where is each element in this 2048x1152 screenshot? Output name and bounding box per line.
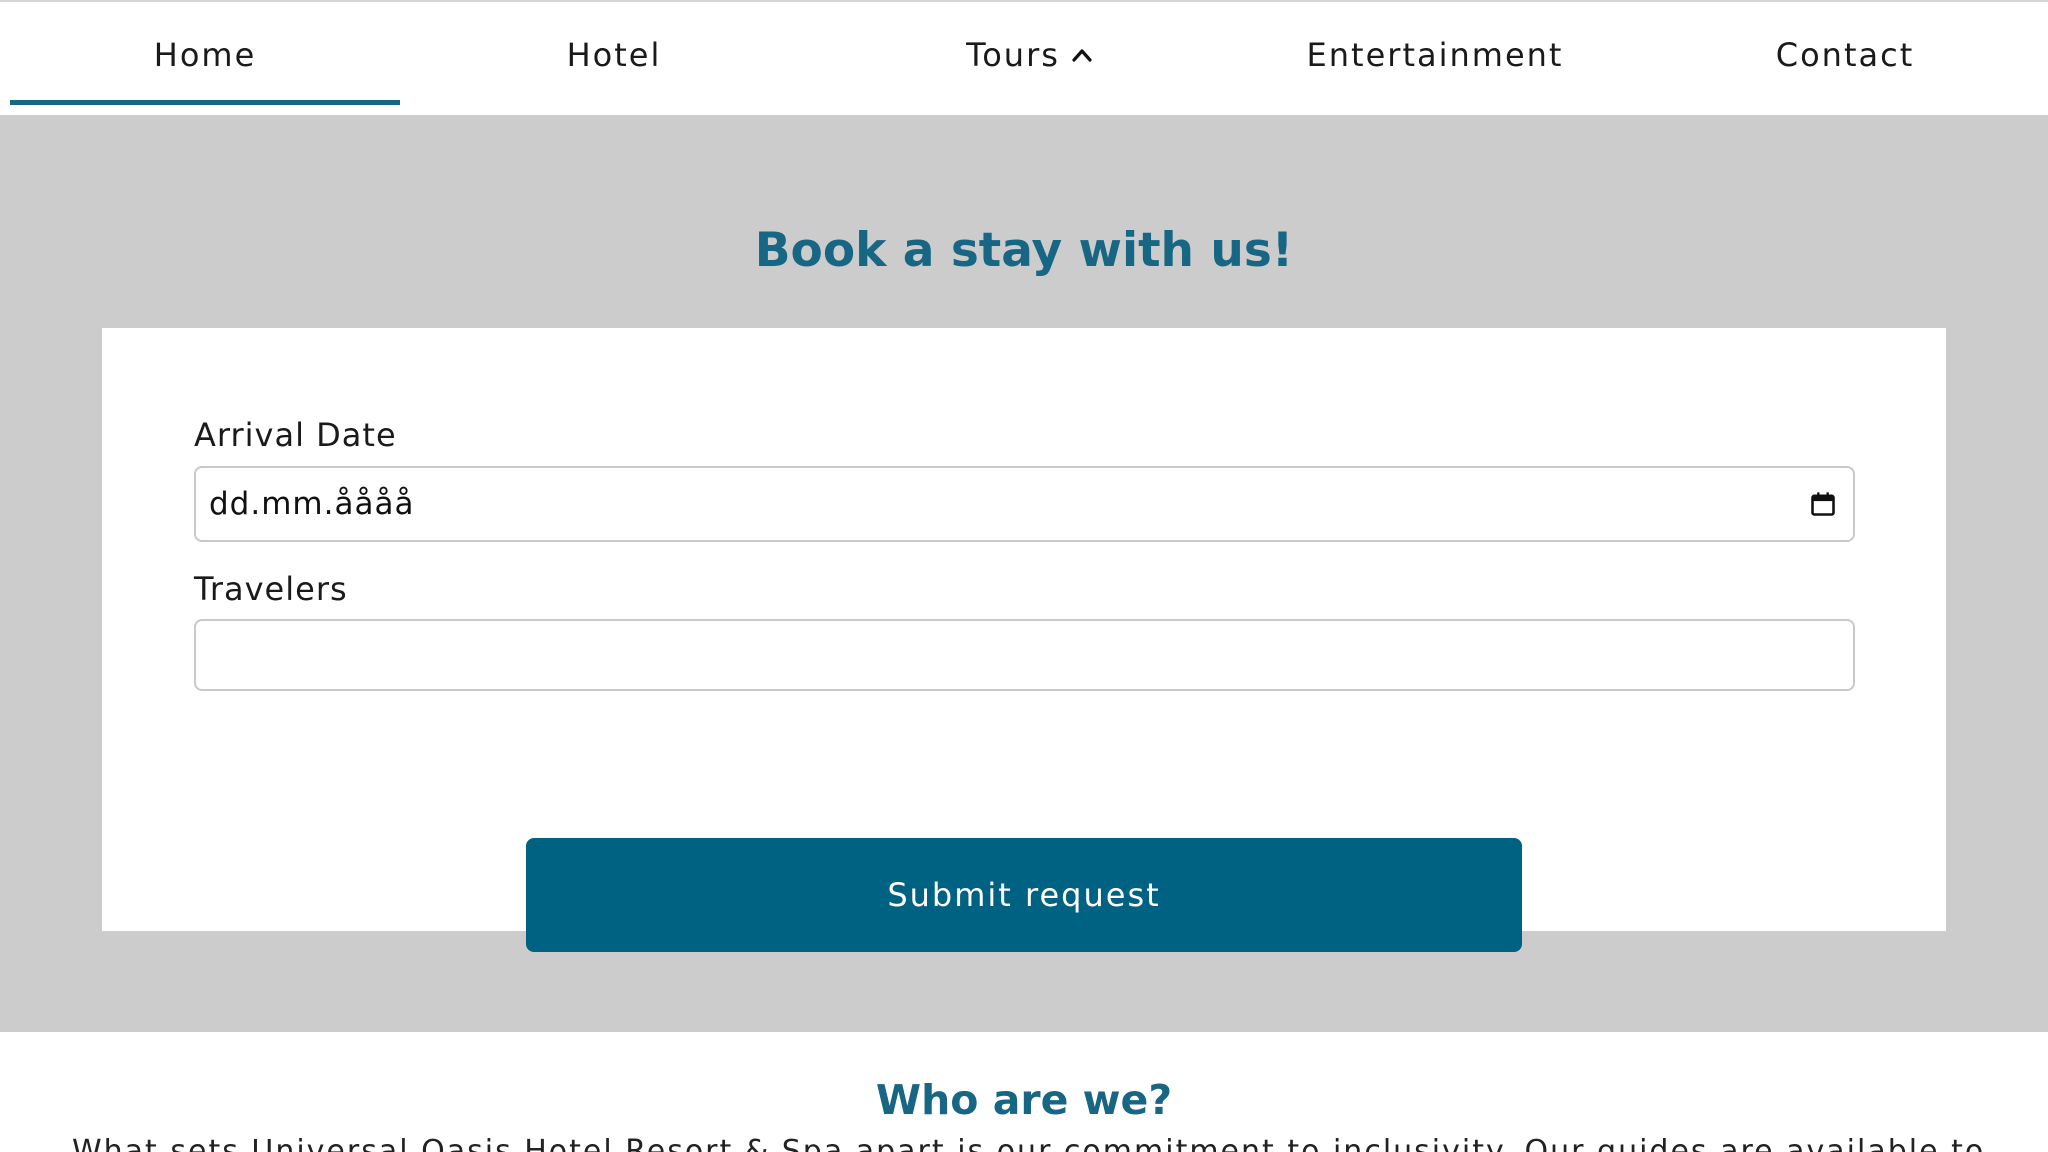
travelers-input[interactable] xyxy=(194,619,1855,691)
about-text: What sets Universal Oasis Hotel Resort &… xyxy=(72,1134,1982,1152)
nav-entertainment[interactable]: Entertainment xyxy=(1250,2,1620,107)
submit-request-button[interactable]: Submit request xyxy=(526,838,1522,952)
nav-tours-label: Tours xyxy=(966,35,1060,74)
arrival-date-value: dd.mm.åååå xyxy=(209,486,415,522)
arrival-date-label: Arrival Date xyxy=(194,416,397,454)
booking-title: Book a stay with us! xyxy=(754,223,1294,278)
booking-form: Arrival Date dd.mm.åååå Travelers Submit… xyxy=(102,328,1946,952)
calendar-icon[interactable] xyxy=(1809,490,1837,518)
nav-hotel[interactable]: Hotel xyxy=(424,2,804,107)
nav-contact-label: Contact xyxy=(1775,35,1915,74)
about-title: Who are we? xyxy=(875,1076,1173,1124)
nav-hotel-label: Hotel xyxy=(566,35,662,74)
nav-home[interactable]: Home xyxy=(10,2,400,107)
nav-home-label: Home xyxy=(153,35,257,74)
active-tab-indicator xyxy=(10,100,400,105)
main-nav: Home Hotel Tours Entertainment Contact xyxy=(0,2,2048,115)
arrival-date-input[interactable]: dd.mm.åååå xyxy=(194,466,1855,542)
chevron-up-icon xyxy=(1072,48,1092,62)
nav-entertainment-label: Entertainment xyxy=(1306,35,1564,74)
booking-section: Book a stay with us! Arrival Date dd.mm.… xyxy=(0,115,2048,1032)
nav-tours[interactable]: Tours xyxy=(840,2,1220,107)
nav-contact[interactable]: Contact xyxy=(1660,2,2030,107)
travelers-label: Travelers xyxy=(194,570,348,608)
